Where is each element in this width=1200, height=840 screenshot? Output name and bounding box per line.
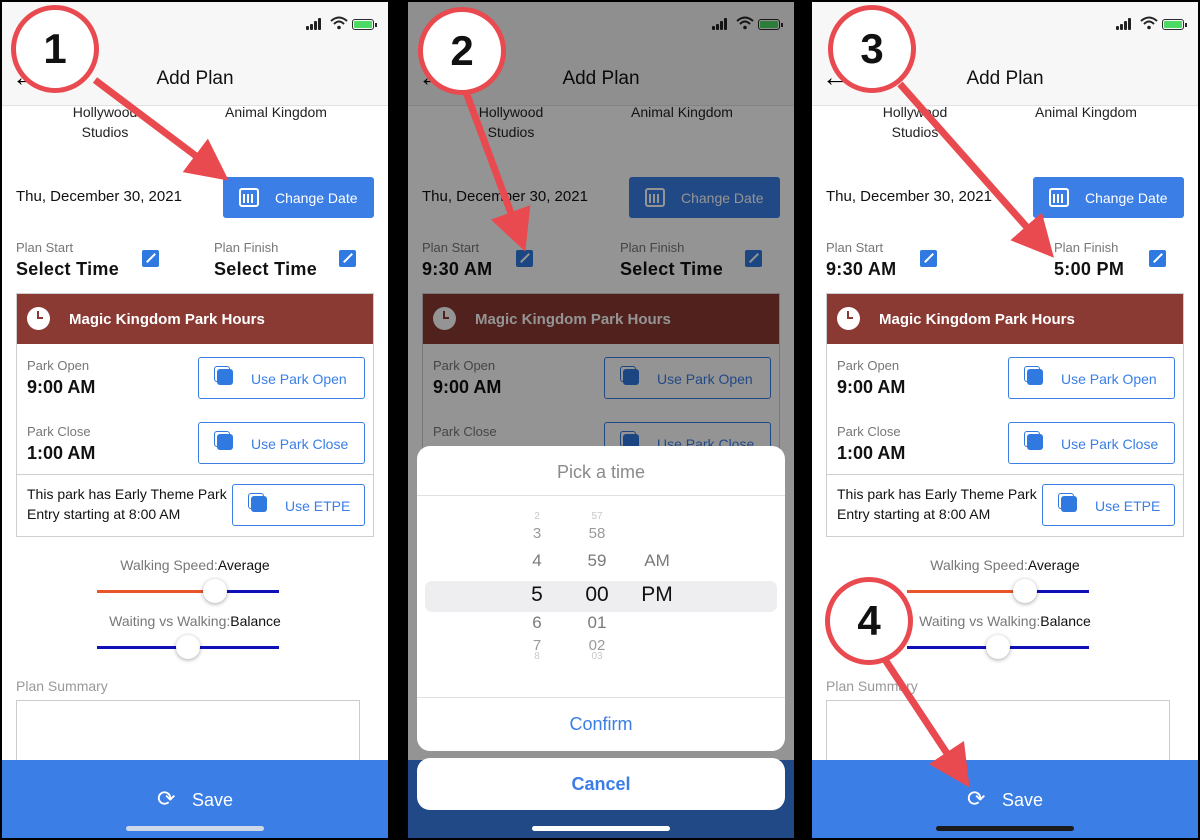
callout-step-2: 2 [418,7,506,95]
callout-step-1: 1 [11,5,99,93]
arrow-step-2 [462,90,531,252]
callout-arrows [92,77,1054,788]
arrow-step-1 [92,77,229,181]
arrow-step-4 [877,650,970,788]
callout-step-4: 4 [825,577,913,665]
callout-step-3: 3 [828,5,916,93]
arrow-step-3 [897,81,1054,258]
